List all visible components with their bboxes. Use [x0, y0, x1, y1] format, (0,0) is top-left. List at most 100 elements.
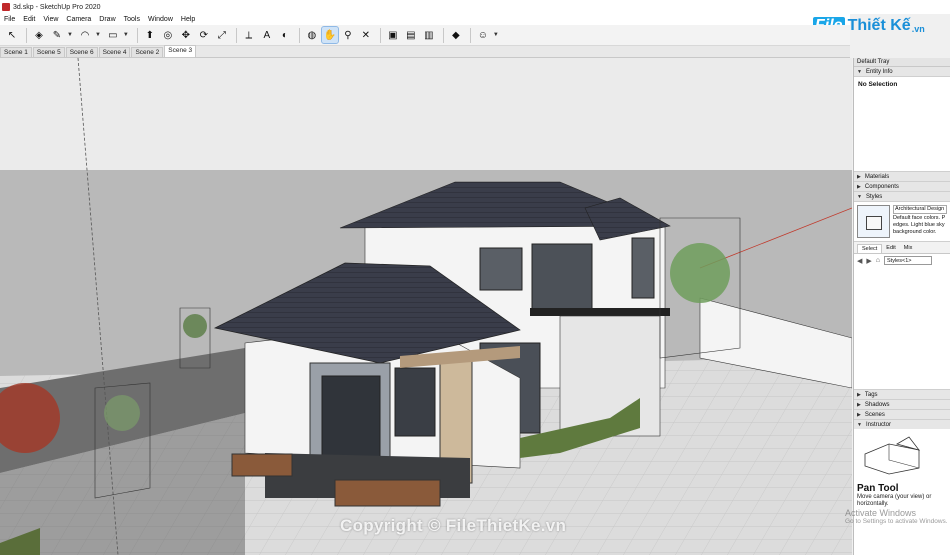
house-model-render[interactable] [0, 58, 852, 555]
zoom-extents-tool-icon[interactable]: ✕ [358, 27, 374, 43]
activate-title: Activate Windows [845, 508, 917, 518]
move-tool-icon[interactable]: ✥ [178, 27, 194, 43]
layout-icon[interactable]: ▥ [421, 27, 437, 43]
expand-triangle-icon[interactable]: ▶ [857, 390, 861, 400]
style-info: Architectural Design S Default face colo… [893, 205, 947, 238]
line-tool-icon[interactable]: ✎ [49, 27, 65, 43]
menu-bar: File Edit View Camera Draw Tools Window … [0, 14, 850, 25]
expand-triangle-icon[interactable]: ▶ [857, 182, 861, 192]
expand-triangle-icon[interactable]: ▶ [857, 410, 861, 420]
back-arrow-icon[interactable]: ◀ [857, 257, 862, 265]
offset-tool-icon[interactable]: ◎ [160, 27, 176, 43]
chevron-down-icon[interactable]: ▼ [493, 32, 499, 38]
forward-arrow-icon[interactable]: ▶ [866, 257, 871, 265]
menu-view[interactable]: View [39, 16, 62, 23]
menu-file[interactable]: File [0, 16, 19, 23]
default-tray: Default Tray ▼ Entity Info No Selection … [853, 58, 950, 555]
upper-window [479, 247, 523, 291]
warehouse-icon[interactable]: ▣ [385, 27, 401, 43]
toolbar-divider [235, 27, 237, 43]
toolbar-divider [379, 27, 381, 43]
chevron-down-icon[interactable]: ▼ [95, 32, 101, 38]
scene-tab-6[interactable]: Scene 6 [65, 47, 98, 57]
chevron-down-icon[interactable]: ▼ [67, 32, 73, 38]
tree-right [670, 243, 730, 303]
style-collection-select[interactable]: Styles<1> [884, 256, 933, 265]
extension-warehouse-icon[interactable]: ▤ [403, 27, 419, 43]
paint-bucket-tool-icon[interactable]: ◐ [277, 27, 293, 43]
window-title: 3d.skp - SketchUp Pro 2020 [13, 3, 101, 11]
brand-logo-domain: .vn [911, 24, 925, 34]
menu-edit[interactable]: Edit [19, 16, 39, 23]
home-icon[interactable]: ⌂ [876, 257, 880, 264]
zoom-tool-icon[interactable]: ⚲ [340, 27, 356, 43]
house-outline [864, 443, 920, 475]
style-thumbnail[interactable] [857, 205, 890, 238]
menu-camera[interactable]: Camera [62, 16, 95, 23]
brand-logo-name: Thiết Kế [847, 17, 911, 34]
scenes-header[interactable]: ▶ Scenes [854, 410, 950, 420]
tree-left [183, 314, 207, 338]
text-tool-icon[interactable]: A [259, 27, 275, 43]
materials-header[interactable]: ▶ Materials [854, 172, 950, 182]
planter-front [334, 479, 441, 507]
rectangle-tool-icon[interactable]: ▭ [105, 27, 121, 43]
scene-tab-5[interactable]: Scene 5 [32, 47, 65, 57]
ruby-icon[interactable]: ◆ [448, 27, 464, 43]
scale-tool-icon[interactable]: ⤢ [214, 27, 230, 43]
menu-tools[interactable]: Tools [120, 16, 144, 23]
collapse-triangle-icon[interactable]: ▼ [857, 192, 862, 202]
scene-tab-3[interactable]: Scene 3 [164, 45, 197, 57]
style-description: Default face colors. P edges. Light blue… [893, 215, 946, 235]
scene-tab-1[interactable]: Scene 1 [0, 47, 32, 57]
shadows-label: Shadows [864, 401, 890, 408]
arc-tool-icon[interactable]: ◠ [77, 27, 93, 43]
activate-subtitle: Go to Settings to activate Windows. [845, 518, 948, 525]
collapse-triangle-icon[interactable]: ▼ [857, 420, 862, 430]
menu-help[interactable]: Help [177, 16, 199, 23]
toolbar-divider [26, 27, 27, 43]
collapse-triangle-icon[interactable]: ▼ [857, 67, 862, 77]
components-header[interactable]: ▶ Components [854, 182, 950, 192]
tape-measure-tool-icon[interactable]: ⟂ [241, 27, 257, 43]
instructor-body: Pan Tool Move camera (your view) or hori… [854, 429, 950, 555]
orbit-tool-icon[interactable]: ◍ [304, 27, 320, 43]
main-toolbar: ↖ ◈ ✎ ▼ ◠ ▼ ▭ ▼ ⬆ ◎ ✥ ⟳ ⤢ ⟂ A ◐ ◍ ✋ ⚲ ✕ … [0, 25, 850, 46]
instructor-tool-name: Pan Tool [857, 483, 899, 494]
components-label: Components [864, 183, 899, 190]
scene-tab-4[interactable]: Scene 4 [98, 47, 131, 57]
styles-header[interactable]: ▼ Styles [854, 192, 950, 202]
upper-glass-door [531, 243, 593, 315]
account-icon[interactable]: ☺ [475, 27, 491, 43]
copyright-watermark: Copyright © FileThietKe.vn [340, 516, 567, 535]
rotate-tool-icon[interactable]: ⟳ [196, 27, 212, 43]
tags-header[interactable]: ▶ Tags [854, 390, 950, 400]
title-bar: 3d.skp - SketchUp Pro 2020 [0, 0, 950, 14]
expand-triangle-icon[interactable]: ▶ [857, 172, 861, 182]
front-door [321, 375, 381, 469]
model-viewport[interactable] [0, 58, 852, 555]
pan-tool-icon[interactable]: ✋ [320, 26, 339, 44]
style-tab-edit[interactable]: Edit [882, 244, 899, 253]
push-pull-tool-icon[interactable]: ⬆ [142, 27, 158, 43]
menu-window[interactable]: Window [144, 16, 177, 23]
style-list[interactable] [854, 267, 950, 390]
planter-left [231, 453, 293, 477]
menu-draw[interactable]: Draw [95, 16, 119, 23]
style-tab-select[interactable]: Select [857, 244, 883, 253]
expand-triangle-icon[interactable]: ▶ [857, 400, 861, 410]
instructor-label: Instructor [865, 421, 891, 428]
style-tab-mix[interactable]: Mix [900, 244, 917, 253]
select-tool-icon[interactable]: ↖ [4, 27, 20, 43]
shadows-header[interactable]: ▶ Shadows [854, 400, 950, 410]
chevron-down-icon[interactable]: ▼ [123, 32, 129, 38]
tree-middle [104, 395, 140, 431]
materials-label: Materials [864, 173, 890, 180]
eraser-tool-icon[interactable]: ◈ [31, 27, 47, 43]
tags-label: Tags [864, 391, 878, 398]
scene-tab-2[interactable]: Scene 2 [131, 47, 164, 57]
style-name-field[interactable]: Architectural Design S [893, 205, 947, 214]
instructor-description: Move camera (your view) or horizontally. [857, 494, 932, 507]
entity-info-header[interactable]: ▼ Entity Info [854, 67, 950, 77]
pan-tool-illustration [864, 436, 921, 475]
